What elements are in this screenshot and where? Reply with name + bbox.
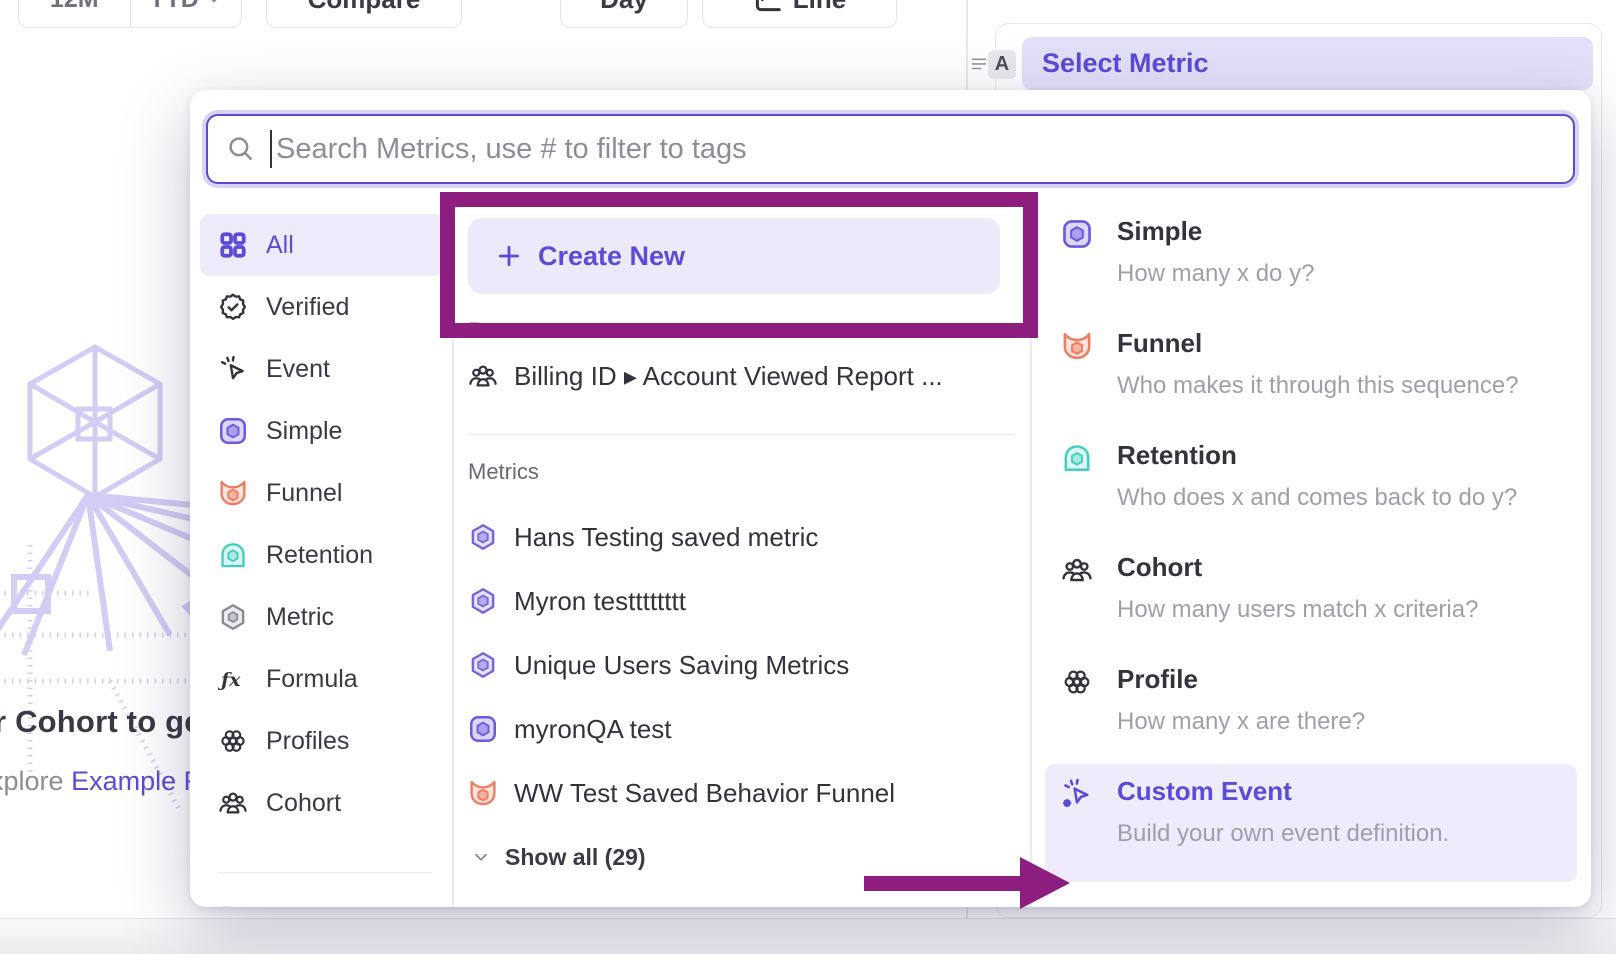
type-cohort[interactable]: CohortHow many users match x criteria? — [1045, 540, 1577, 652]
list-item[interactable]: WW Test Saved Behavior Funnel — [453, 761, 1030, 825]
type-custom-event[interactable]: Custom EventBuild your own event definit… — [1045, 764, 1577, 882]
chart-type-line-button[interactable]: Line — [702, 0, 897, 28]
sidebar-item-profiles[interactable]: Profiles — [200, 710, 444, 772]
tag-icon — [218, 903, 248, 907]
show-all-button[interactable]: Show all (29) — [453, 837, 1030, 877]
type-retention[interactable]: RetentionWho does x and comes back to do… — [1045, 428, 1577, 540]
profiles-flower-icon — [1061, 666, 1093, 764]
plus-icon — [496, 243, 522, 269]
search-icon — [226, 134, 256, 164]
list-item[interactable]: Myron testttttttt — [453, 569, 1030, 633]
sidebar-item-simple[interactable]: Simple — [200, 400, 444, 462]
simple-metric-icon — [218, 416, 248, 446]
select-metric-field[interactable]: Select Metric — [1022, 37, 1593, 90]
search-focus-ring: Search Metrics, use # to filter to tags — [202, 110, 1579, 188]
sidebar-item-tags-clipped[interactable]: Tags — [200, 887, 444, 907]
bottom-page-band — [0, 918, 1616, 954]
cohort-people-icon — [1061, 554, 1093, 652]
line-chart-icon — [753, 0, 783, 14]
grid-icon — [218, 230, 248, 260]
profiles-flower-icon — [218, 726, 248, 756]
event-cursor-icon — [218, 354, 248, 384]
compare-button[interactable]: Compare — [266, 0, 462, 28]
simple-metric-icon — [1061, 218, 1093, 316]
metric-types-column: SimpleHow many x do y? FunnelWho makes i… — [1031, 204, 1591, 882]
example-link[interactable]: Example R — [71, 766, 203, 796]
sidebar-divider — [218, 872, 432, 873]
list-item[interactable]: myronQA test — [453, 697, 1030, 761]
category-sidebar: All Verified Event Simple Funnel Retenti… — [200, 214, 444, 907]
saved-metrics-list: Hans Testing saved metric Myron testtttt… — [453, 505, 1030, 825]
metric-hexagon-icon — [218, 602, 248, 632]
metric-hexagon-icon — [468, 650, 498, 680]
range-12m-button[interactable]: 12M — [19, 0, 130, 27]
metric-picker-modal: Search Metrics, use # to filter to tags … — [190, 90, 1591, 907]
recents-heading: Recents — [468, 318, 1030, 344]
cohort-people-icon — [468, 361, 498, 391]
chevron-down-icon — [205, 0, 223, 8]
metrics-heading: Metrics — [468, 459, 1030, 485]
date-range-segmented-control[interactable]: 12M YTD — [18, 0, 242, 28]
verified-badge-icon — [218, 292, 248, 322]
background-explore-line: xplore Example R — [0, 766, 203, 797]
metric-hexagon-icon — [468, 522, 498, 552]
metric-hexagon-icon — [468, 586, 498, 616]
search-placeholder: Search Metrics, use # to filter to tags — [276, 133, 747, 166]
recents-divider — [468, 434, 1013, 435]
annotation-arrowhead — [1020, 857, 1070, 909]
sidebar-item-funnel[interactable]: Funnel — [200, 462, 444, 524]
funnel-icon — [468, 778, 498, 808]
list-item[interactable]: Unique Users Saving Metrics — [453, 633, 1030, 697]
chevron-down-icon — [471, 847, 491, 867]
modal-columns: All Verified Event Simple Funnel Retenti… — [190, 202, 1591, 907]
sidebar-item-verified[interactable]: Verified — [200, 276, 444, 338]
type-simple[interactable]: SimpleHow many x do y? — [1045, 204, 1577, 316]
retention-icon — [218, 540, 248, 570]
sidebar-item-event[interactable]: Event — [200, 338, 444, 400]
funnel-icon — [1061, 330, 1093, 428]
type-profile[interactable]: ProfileHow many x are there? — [1045, 652, 1577, 764]
retention-icon — [1061, 442, 1093, 540]
list-item[interactable]: Hans Testing saved metric — [453, 505, 1030, 569]
sidebar-item-metric[interactable]: Metric — [200, 586, 444, 648]
sidebar-item-all[interactable]: All — [200, 214, 444, 276]
type-funnel[interactable]: FunnelWho makes it through this sequence… — [1045, 316, 1577, 428]
series-a-badge: A — [988, 50, 1016, 79]
background-heading: r Cohort to ge — [0, 704, 202, 740]
metrics-list-column: Create New Recents Billing ID ▸ Account … — [453, 202, 1030, 877]
simple-metric-icon — [468, 714, 498, 744]
range-ytd-button[interactable]: YTD — [130, 0, 242, 27]
sidebar-item-retention[interactable]: Retention — [200, 524, 444, 586]
funnel-icon — [218, 478, 248, 508]
granularity-day-button[interactable]: Day — [560, 0, 688, 28]
annotation-arrow — [864, 876, 1022, 891]
drag-handle-icon[interactable] — [968, 52, 990, 74]
recent-item[interactable]: Billing ID ▸ Account Viewed Report ... — [453, 344, 1030, 408]
create-new-button[interactable]: Create New — [468, 218, 1000, 294]
text-caret — [270, 130, 272, 168]
explore-prefix: xplore — [0, 766, 64, 796]
sidebar-item-cohort[interactable]: Cohort — [200, 772, 444, 834]
search-input[interactable]: Search Metrics, use # to filter to tags — [206, 114, 1575, 184]
cohort-people-icon — [218, 788, 248, 818]
sidebar-item-formula[interactable]: Formula — [200, 648, 444, 710]
formula-fx-icon — [218, 664, 248, 694]
